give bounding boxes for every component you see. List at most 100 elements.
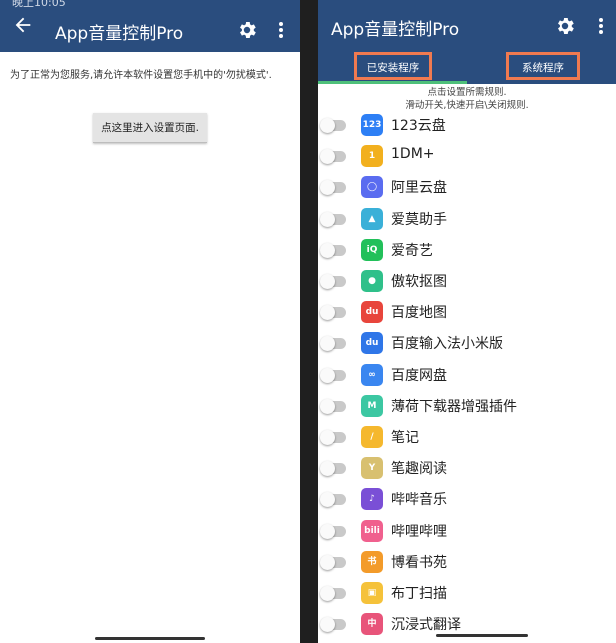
app-name: 百度网盘 bbox=[391, 367, 447, 384]
app-name: 阿里云盘 bbox=[391, 180, 447, 197]
app-row[interactable]: ◯ 阿里云盘 bbox=[318, 174, 616, 205]
hint-swipe-toggle: 滑动开关,快速开启\关闭规则. bbox=[405, 100, 529, 111]
toggle-knob bbox=[320, 180, 335, 196]
app-row[interactable]: Y 笔趣阅读 bbox=[318, 455, 616, 486]
app-name: 123云盘 bbox=[391, 118, 446, 134]
rule-toggle-switch[interactable] bbox=[320, 398, 346, 414]
gear-icon[interactable] bbox=[236, 19, 258, 41]
app-row[interactable]: 123 123云盘 bbox=[318, 112, 616, 143]
dnd-permission-notice: 为了正常为您服务,请允许本软件设置您手机中的'勿扰模式'. bbox=[10, 70, 272, 81]
tab-system-apps[interactable]: 系统程序 bbox=[506, 52, 580, 80]
app-name: 哔哔音乐 bbox=[391, 492, 447, 509]
app-name: 布丁扫描 bbox=[391, 586, 447, 602]
app-name: 百度地图 bbox=[391, 305, 447, 322]
rule-toggle-switch[interactable] bbox=[320, 149, 346, 165]
app-row[interactable]: M 薄荷下载器增强插件 bbox=[318, 393, 616, 424]
rule-toggle-switch[interactable] bbox=[320, 118, 346, 133]
app-bar: App音量控制Pro 已安装程序 系统程序 bbox=[318, 0, 616, 84]
bibi-music-icon: ♪ bbox=[361, 488, 383, 511]
app-row[interactable]: du 百度输入法小米版 bbox=[318, 330, 616, 361]
back-arrow-icon[interactable] bbox=[12, 14, 34, 36]
gear-icon[interactable] bbox=[554, 15, 576, 37]
gesture-nav-bar[interactable] bbox=[436, 634, 528, 637]
toggle-knob bbox=[320, 492, 335, 508]
app-row[interactable]: 书博看书苑 bbox=[318, 549, 616, 580]
hint-click-rules: 点击设置所需规则. bbox=[427, 87, 507, 98]
app-row[interactable]: ∞ 百度网盘 bbox=[318, 362, 616, 393]
app-name: 1DM+ bbox=[391, 146, 435, 163]
app-name: 百度输入法小米版 bbox=[391, 336, 503, 353]
toggle-knob bbox=[320, 586, 335, 601]
rule-toggle-switch[interactable] bbox=[320, 211, 346, 227]
toggle-knob bbox=[320, 274, 335, 289]
biqu-reader-icon: Y bbox=[361, 457, 383, 480]
rule-toggle-switch[interactable] bbox=[320, 523, 346, 539]
immersive-translate-icon: 中 bbox=[361, 613, 383, 636]
rule-toggle-switch[interactable] bbox=[320, 305, 346, 321]
app-list-screen: App音量控制Pro 已安装程序 系统程序 点击设置所需规则. 滑动开关,快速开… bbox=[318, 0, 616, 643]
toggle-knob bbox=[320, 430, 335, 445]
gesture-nav-bar[interactable] bbox=[95, 637, 205, 640]
permission-screen: 晚上10:05 App音量控制Pro 为了正常为您服务,请允许本软件设置您手机中… bbox=[0, 0, 300, 643]
toggle-knob bbox=[320, 242, 335, 258]
iqiyi-icon: iQ bbox=[361, 238, 383, 261]
app-row[interactable]: bili 哔哩哔哩 bbox=[318, 518, 616, 549]
aoruan-icon: ● bbox=[361, 270, 383, 292]
app-name: 笔记 bbox=[391, 430, 419, 446]
app-name: 哔哩哔哩 bbox=[391, 523, 447, 540]
app-title: App音量控制Pro bbox=[55, 24, 184, 44]
app-row[interactable]: du 百度地图 bbox=[318, 299, 616, 330]
app-row[interactable]: 中沉浸式翻译 bbox=[318, 611, 616, 642]
app-title: App音量控制Pro bbox=[331, 20, 460, 40]
rule-toggle-switch[interactable] bbox=[320, 430, 346, 445]
app-name: 傲软抠图 bbox=[391, 274, 447, 290]
app-name: 博看书苑 bbox=[391, 554, 447, 571]
app-row[interactable]: ▲ 爱莫助手 bbox=[318, 206, 616, 237]
app-row[interactable]: iQ 爱奇艺 bbox=[318, 237, 616, 268]
app-bar: 晚上10:05 App音量控制Pro bbox=[0, 0, 300, 52]
mint-downloader-icon: M bbox=[361, 394, 383, 417]
status-bar-time: 晚上10:05 bbox=[12, 0, 66, 9]
open-settings-button[interactable]: 点这里进入设置页面. bbox=[93, 113, 207, 143]
rule-toggle-switch[interactable] bbox=[320, 461, 346, 477]
toggle-knob bbox=[320, 118, 335, 133]
more-vert-icon[interactable] bbox=[278, 21, 284, 39]
app-name: 爱奇艺 bbox=[391, 242, 433, 259]
app-row[interactable]: ♪ 哔哔音乐 bbox=[318, 486, 616, 517]
rule-toggle-switch[interactable] bbox=[320, 617, 346, 633]
app-name: 爱莫助手 bbox=[391, 211, 447, 228]
123-cloud-icon: 123 bbox=[361, 114, 383, 136]
tab-installed-apps[interactable]: 已安装程序 bbox=[354, 52, 432, 80]
app-row[interactable]: ● 傲软抠图 bbox=[318, 268, 616, 299]
toggle-knob bbox=[320, 398, 335, 414]
rule-toggle-switch[interactable] bbox=[320, 336, 346, 352]
toggle-knob bbox=[320, 211, 335, 227]
toggle-knob bbox=[320, 461, 335, 477]
bilibili-icon: bili bbox=[361, 519, 383, 542]
baidu-map-icon: du bbox=[361, 301, 383, 324]
aimo-icon: ▲ bbox=[361, 207, 383, 230]
toggle-knob bbox=[320, 617, 335, 633]
baidu-netdisk-icon: ∞ bbox=[361, 363, 383, 386]
app-row[interactable]: 1 1DM+ bbox=[318, 143, 616, 174]
toggle-knob bbox=[320, 149, 335, 165]
notes-icon: / bbox=[361, 426, 383, 448]
rule-toggle-switch[interactable] bbox=[320, 367, 346, 383]
app-name: 沉浸式翻译 bbox=[391, 617, 461, 634]
rule-toggle-switch[interactable] bbox=[320, 242, 346, 258]
rule-toggle-switch[interactable] bbox=[320, 586, 346, 601]
app-row[interactable]: / 笔记 bbox=[318, 424, 616, 455]
baidu-ime-icon: du bbox=[361, 332, 383, 355]
buding-scan-icon: ▣ bbox=[361, 582, 383, 604]
rule-toggle-switch[interactable] bbox=[320, 180, 346, 196]
toggle-knob bbox=[320, 367, 335, 383]
rule-toggle-switch[interactable] bbox=[320, 554, 346, 570]
rule-toggle-switch[interactable] bbox=[320, 274, 346, 289]
bokan-icon: 书 bbox=[361, 550, 383, 573]
app-row[interactable]: ▣ 布丁扫描 bbox=[318, 580, 616, 611]
toggle-knob bbox=[320, 554, 335, 570]
more-vert-icon[interactable] bbox=[598, 17, 604, 35]
toggle-knob bbox=[320, 336, 335, 352]
app-name: 薄荷下载器增强插件 bbox=[391, 398, 517, 415]
rule-toggle-switch[interactable] bbox=[320, 492, 346, 508]
